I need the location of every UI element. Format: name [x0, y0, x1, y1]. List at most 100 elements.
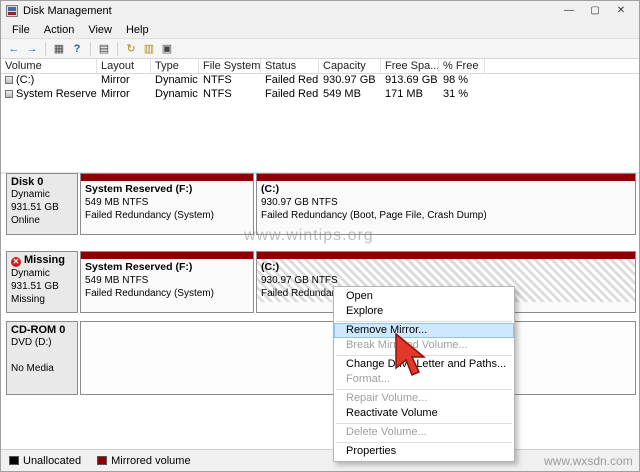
volume-row-system-reserved[interactable]: System Reserved (... Mirror Dynamic NTFS…	[1, 88, 639, 102]
menu-action[interactable]: Action	[37, 21, 82, 39]
disk0-partition-c[interactable]: (C:) 930.97 GB NTFS Failed Redundancy (B…	[256, 173, 636, 235]
disk-type: Dynamic	[11, 268, 50, 279]
missing-partition-system-reserved[interactable]: System Reserved (F:) 549 MB NTFS Failed …	[80, 251, 254, 313]
volume-capacity: 930.97 GB	[323, 74, 376, 86]
partition-status: Failed Redundancy (Boot, Page File, Cras…	[261, 210, 487, 221]
cdrom-panel[interactable]: CD-ROM 0 DVD (D:) No Media	[6, 321, 78, 395]
volume-icon	[5, 76, 13, 85]
partition-status: Failed Redundancy (System)	[85, 288, 214, 299]
missing-disk-row: ✕ Missing Dynamic 931.51 GB Missing Syste…	[6, 251, 636, 313]
disk-properties-icon[interactable]: ▥	[140, 41, 158, 57]
red-pointer-arrow	[395, 332, 427, 376]
disk-type: DVD (D:)	[11, 337, 52, 348]
disk-status: Missing	[11, 294, 45, 305]
column-type[interactable]: Type	[151, 59, 199, 73]
volume-type: Dynamic	[155, 88, 198, 100]
column-filesystem[interactable]: File System	[199, 59, 261, 73]
mirrored-volume-strip	[81, 174, 253, 181]
legend-label: Mirrored volume	[111, 454, 191, 467]
graphical-view-icon[interactable]: ▣	[158, 41, 176, 57]
missing-disk-panel[interactable]: ✕ Missing Dynamic 931.51 GB Missing	[6, 251, 78, 313]
column-volume[interactable]: Volume	[1, 59, 97, 73]
menu-item-explore[interactable]: Explore	[334, 304, 514, 319]
maximize-button[interactable]: ▢	[582, 2, 608, 20]
volume-filesystem: NTFS	[203, 88, 232, 100]
disk-management-window: Disk Management — ▢ ✕ File Action View H…	[0, 0, 640, 472]
volume-capacity: 549 MB	[323, 88, 361, 100]
volume-status: Failed Red...	[265, 88, 319, 100]
menu-help[interactable]: Help	[119, 21, 156, 39]
disk-size: 931.51 GB	[11, 202, 59, 213]
volume-layout: Mirror	[101, 74, 130, 86]
disk0-panel[interactable]: Disk 0 Dynamic 931.51 GB Online	[6, 173, 78, 235]
toolbar-separator	[45, 41, 46, 56]
legend-unallocated: Unallocated	[9, 455, 81, 467]
missing-disk-error-icon: ✕	[11, 257, 21, 267]
menu-bar: File Action View Help	[1, 21, 639, 39]
partition-size: 930.97 GB NTFS	[261, 197, 338, 208]
close-button[interactable]: ✕	[608, 2, 634, 20]
refresh-icon[interactable]: ↻	[122, 41, 140, 57]
disk-blank-line	[11, 349, 73, 362]
mirrored-volume-strip	[257, 174, 635, 181]
disk-size: 931.51 GB	[11, 281, 59, 292]
disk-status: No Media	[11, 363, 54, 374]
partition-title: (C:)	[261, 183, 280, 195]
volume-name: (C:)	[16, 74, 35, 86]
column-pct-free[interactable]: % Free	[439, 59, 485, 73]
menu-separator	[336, 442, 512, 443]
volume-row-c[interactable]: (C:) Mirror Dynamic NTFS Failed Red... 9…	[1, 74, 639, 88]
toolbar-separator	[117, 41, 118, 56]
partition-size: 549 MB NTFS	[85, 275, 149, 286]
menu-item-open[interactable]: Open	[334, 289, 514, 304]
mirrored-volume-swatch	[97, 456, 108, 465]
partition-title: System Reserved (F:)	[85, 183, 193, 195]
back-icon[interactable]: ←	[5, 41, 23, 57]
menu-item-reactivate-volume[interactable]: Reactivate Volume	[334, 406, 514, 421]
menu-item-delete-volume: Delete Volume...	[346, 426, 427, 438]
title-bar: Disk Management — ▢ ✕	[1, 1, 639, 21]
cdrom-row: CD-ROM 0 DVD (D:) No Media	[6, 321, 636, 395]
volume-list-header: Volume Layout Type File System Status Ca…	[1, 59, 639, 74]
menu-separator	[336, 321, 512, 322]
disk-name: Missing	[24, 254, 65, 266]
disk0-row: Disk 0 Dynamic 931.51 GB Online System R…	[6, 173, 636, 235]
console-tree-icon[interactable]: ▦	[50, 41, 68, 57]
watermark-wxsdn: www.wxsdn.com	[544, 454, 633, 468]
volume-status: Failed Red...	[265, 74, 319, 86]
column-status[interactable]: Status	[261, 59, 319, 73]
mirrored-volume-strip	[81, 252, 253, 259]
toolbar-separator	[90, 41, 91, 56]
column-layout[interactable]: Layout	[97, 59, 151, 73]
disk-status: Online	[11, 215, 40, 226]
legend-label: Unallocated	[23, 454, 82, 467]
legend-mirrored-volume: Mirrored volume	[97, 454, 191, 467]
column-capacity[interactable]: Capacity	[319, 59, 381, 73]
app-icon	[6, 5, 18, 17]
volume-name: System Reserved (...	[16, 88, 97, 100]
menu-separator	[336, 423, 512, 424]
menu-item-properties[interactable]: Properties	[334, 444, 514, 459]
menu-item-repair-volume: Repair Volume...	[346, 392, 428, 404]
unallocated-swatch	[9, 456, 19, 465]
menu-view[interactable]: View	[81, 21, 119, 39]
column-free-space[interactable]: Free Spa...	[381, 59, 439, 73]
list-view-icon[interactable]: ▤	[95, 41, 113, 57]
partition-status: Failed Redundancy (System)	[85, 210, 214, 221]
forward-icon[interactable]: →	[23, 41, 41, 57]
volume-list-empty-area	[1, 102, 639, 174]
volume-type: Dynamic	[155, 74, 198, 86]
minimize-button[interactable]: —	[556, 2, 582, 20]
partition-title: (C:)	[261, 261, 280, 273]
volume-layout: Mirror	[101, 88, 130, 100]
partition-size: 549 MB NTFS	[85, 197, 149, 208]
volume-free-space: 171 MB	[385, 88, 423, 100]
volume-pct-free: 98 %	[443, 74, 469, 86]
volume-list: Volume Layout Type File System Status Ca…	[1, 59, 639, 174]
help-icon[interactable]: ?	[68, 41, 86, 57]
disk-name: Disk 0	[11, 176, 44, 188]
menu-file[interactable]: File	[5, 21, 37, 39]
disk0-partition-system-reserved[interactable]: System Reserved (F:) 549 MB NTFS Failed …	[80, 173, 254, 235]
mirrored-volume-strip	[257, 252, 635, 259]
partition-title: System Reserved (F:)	[85, 261, 193, 273]
